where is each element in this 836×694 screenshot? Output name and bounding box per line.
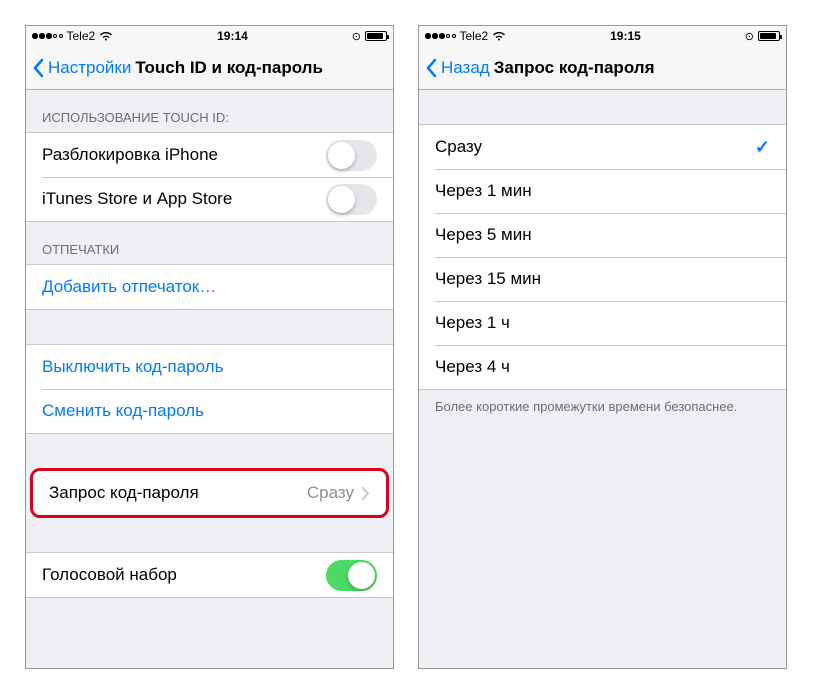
- switch-unlock[interactable]: [326, 140, 377, 171]
- phone-right: Tele2 19:15 ⊙ Назад Запрос код-пароля Ср…: [418, 25, 787, 669]
- clock-label: 19:14: [217, 29, 248, 43]
- signal-icon: [32, 33, 63, 39]
- battery-icon: [365, 31, 387, 41]
- row-label: iTunes Store и App Store: [42, 189, 326, 209]
- carrier-label: Tele2: [67, 29, 96, 43]
- carrier-label: Tele2: [460, 29, 489, 43]
- row-voice-dial[interactable]: Голосовой набор: [26, 553, 393, 597]
- back-label: Настройки: [48, 58, 131, 78]
- chevron-left-icon: [425, 58, 437, 78]
- page-title: Запрос код-пароля: [494, 58, 655, 78]
- option-label: Сразу: [435, 137, 755, 157]
- page-title: Touch ID и код-пароль: [135, 58, 323, 78]
- battery-icon: [758, 31, 780, 41]
- row-label: Выключить код-пароль: [42, 357, 377, 377]
- options-list: Сразу ✓ Через 1 мин Через 5 мин Через 15…: [419, 124, 786, 390]
- wifi-icon: [99, 31, 113, 41]
- highlight-frame: Запрос код-пароля Сразу: [30, 468, 389, 518]
- row-label: Сменить код-пароль: [42, 401, 377, 421]
- row-unlock-iphone[interactable]: Разблокировка iPhone: [26, 133, 393, 177]
- nav-bar: Настройки Touch ID и код-пароль: [26, 46, 393, 90]
- switch-voice[interactable]: [326, 560, 377, 591]
- checkmark-icon: ✓: [755, 137, 770, 158]
- phone-left: Tele2 19:14 ⊙ Настройки Touch ID и код-п…: [25, 25, 394, 669]
- row-add-fingerprint[interactable]: Добавить отпечаток…: [26, 265, 393, 309]
- section-header-fingerprints: ОТПЕЧАТКИ: [26, 222, 393, 264]
- row-label: Разблокировка iPhone: [42, 145, 326, 165]
- wifi-icon: [492, 31, 506, 41]
- row-value: Сразу: [307, 483, 354, 503]
- row-change-passcode[interactable]: Сменить код-пароль: [26, 389, 393, 433]
- switch-store[interactable]: [326, 184, 377, 215]
- row-turnoff-passcode[interactable]: Выключить код-пароль: [26, 345, 393, 389]
- option-row[interactable]: Сразу ✓: [419, 125, 786, 169]
- row-label: Добавить отпечаток…: [42, 277, 377, 297]
- option-label: Через 1 ч: [435, 313, 770, 333]
- status-bar: Tele2 19:15 ⊙: [419, 26, 786, 46]
- row-itunes-appstore[interactable]: iTunes Store и App Store: [26, 177, 393, 221]
- option-row[interactable]: Через 5 мин: [419, 213, 786, 257]
- chevron-right-icon: [362, 487, 370, 500]
- nav-bar: Назад Запрос код-пароля: [419, 46, 786, 90]
- chevron-left-icon: [32, 58, 44, 78]
- option-label: Через 1 мин: [435, 181, 770, 201]
- back-button[interactable]: Назад: [425, 58, 490, 78]
- section-header-touchid: ИСПОЛЬЗОВАНИЕ TOUCH ID:: [26, 90, 393, 132]
- back-button[interactable]: Настройки: [32, 58, 131, 78]
- back-label: Назад: [441, 58, 490, 78]
- row-label: Голосовой набор: [42, 565, 326, 585]
- content-scroll[interactable]: ИСПОЛЬЗОВАНИЕ TOUCH ID: Разблокировка iP…: [26, 90, 393, 668]
- option-label: Через 5 мин: [435, 225, 770, 245]
- row-require-passcode[interactable]: Запрос код-пароля Сразу: [33, 471, 386, 515]
- clock-label: 19:15: [610, 29, 641, 43]
- option-label: Через 4 ч: [435, 357, 770, 377]
- option-row[interactable]: Через 1 мин: [419, 169, 786, 213]
- status-bar: Tele2 19:14 ⊙: [26, 26, 393, 46]
- orientation-lock-icon: ⊙: [352, 30, 361, 43]
- signal-icon: [425, 33, 456, 39]
- content-scroll[interactable]: Сразу ✓ Через 1 мин Через 5 мин Через 15…: [419, 90, 786, 668]
- row-label: Запрос код-пароля: [49, 483, 307, 503]
- option-row[interactable]: Через 15 мин: [419, 257, 786, 301]
- option-row[interactable]: Через 1 ч: [419, 301, 786, 345]
- orientation-lock-icon: ⊙: [745, 30, 754, 43]
- option-row[interactable]: Через 4 ч: [419, 345, 786, 389]
- option-label: Через 15 мин: [435, 269, 770, 289]
- section-footer: Более короткие промежутки времени безопа…: [419, 390, 786, 416]
